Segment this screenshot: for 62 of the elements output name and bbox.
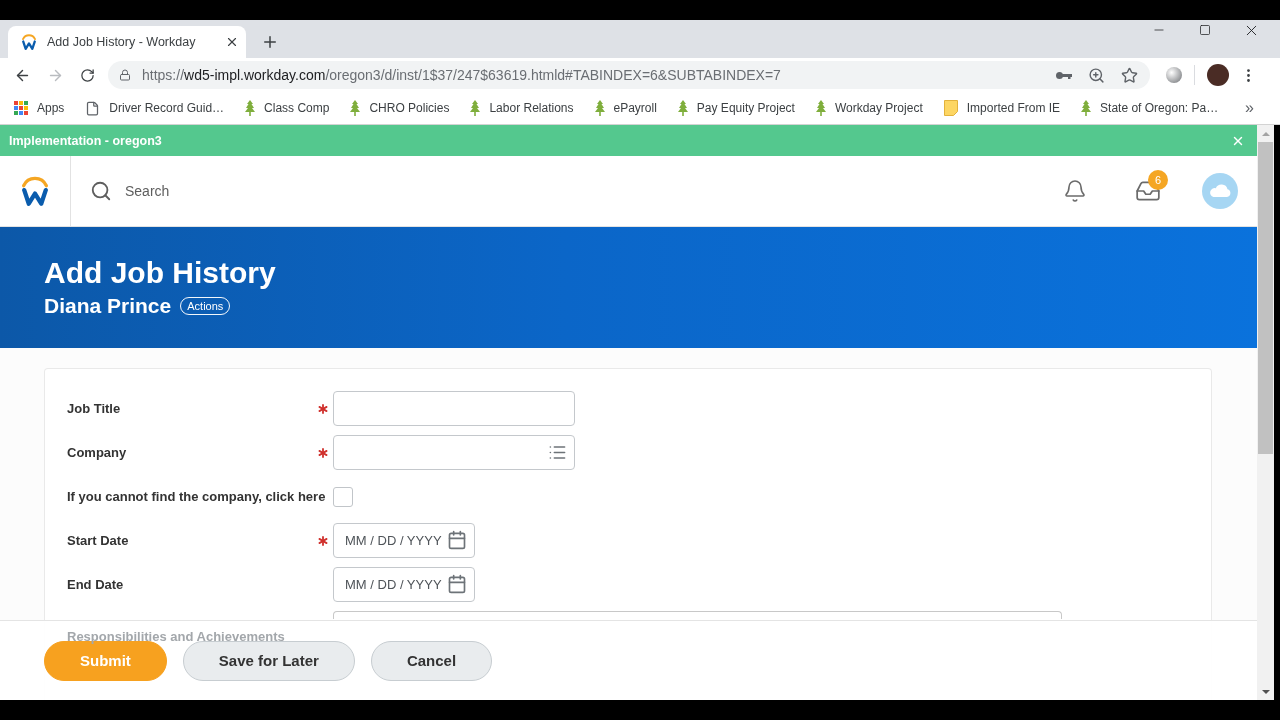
scrollbar-thumb[interactable]	[1258, 142, 1273, 454]
bookmark[interactable]: Apps	[8, 97, 71, 119]
address-bar[interactable]: https://wd5-impl.workday.com/oregon3/d/inst/1$37/247$63619.htmld#TABINDEX=6&SUBTABINDEX=7	[108, 61, 1150, 89]
bookmark[interactable]: Labor Relations	[464, 96, 580, 120]
bookmarks-overflow-button[interactable]: »	[1241, 97, 1258, 119]
bookmark[interactable]: ePayroll	[588, 96, 663, 120]
field-label: If you cannot find the company, click here	[67, 489, 326, 504]
profile-avatar[interactable]	[1207, 64, 1229, 86]
bell-icon[interactable]	[1063, 179, 1087, 203]
note-icon	[943, 100, 958, 116]
checkbox[interactable]	[333, 486, 353, 507]
tree-icon	[470, 100, 481, 116]
tree-icon	[594, 100, 605, 116]
document-icon	[85, 100, 101, 116]
bookmark[interactable]: Workday Project	[809, 96, 929, 120]
key-icon[interactable]	[1056, 71, 1072, 79]
search-icon[interactable]	[90, 180, 112, 202]
bookmark[interactable]: CHRO Policies	[344, 96, 456, 120]
browser-tab[interactable]: Add Job History - Workday	[8, 26, 246, 58]
bookmark[interactable]: State of Oregon: Pa…	[1075, 96, 1225, 120]
close-icon[interactable]	[225, 35, 239, 49]
environment-banner-text: Implementation - oregon3	[9, 133, 162, 148]
date-field[interactable]: MM / DD / YYYY	[333, 523, 475, 558]
list-icon[interactable]	[548, 443, 567, 462]
search-field[interactable]: Search	[125, 180, 305, 202]
inbox-icon[interactable]	[1135, 178, 1161, 204]
bookmark[interactable]: Driver Record Guid…	[79, 96, 231, 120]
notification-badge: 6	[1148, 170, 1168, 190]
logo-icon[interactable]	[20, 176, 50, 206]
url-text: https://wd5-impl.workday.com/oregon3/d/inst/1$37/247$63619.htmld#TABINDEX=6&SUBTABINDEX=7	[142, 67, 782, 83]
text-area-field[interactable]	[333, 611, 1062, 619]
maximize-icon[interactable]	[1199, 24, 1211, 36]
plus-icon[interactable]	[261, 33, 279, 51]
date-field[interactable]: MM / DD / YYYY	[333, 567, 475, 602]
extension-icon[interactable]	[1166, 67, 1182, 83]
field-label: Company	[67, 445, 127, 460]
apps-grid-icon	[14, 101, 28, 115]
text-field[interactable]	[333, 391, 575, 426]
bookmark[interactable]: Class Comp	[239, 96, 336, 120]
bookmark[interactable]: Pay Equity Project	[671, 96, 801, 120]
tree-icon	[245, 100, 256, 116]
calendar-icon[interactable]	[447, 574, 467, 594]
field-label: End Date	[67, 577, 124, 592]
logo-icon	[21, 34, 37, 50]
prompt-field[interactable]	[333, 435, 575, 470]
footer-button[interactable]: Save for Later	[182, 640, 355, 681]
star-icon[interactable]	[1121, 66, 1138, 84]
reload-icon[interactable]	[80, 67, 95, 83]
field-label: Start Date	[67, 533, 129, 548]
field-label: Job Title	[67, 401, 121, 416]
tree-icon	[1081, 100, 1092, 116]
tree-icon	[350, 100, 361, 116]
bookmark[interactable]: Imported From IE	[937, 96, 1067, 120]
lock-icon	[119, 69, 131, 81]
zoom-icon[interactable]	[1088, 66, 1105, 84]
tree-icon	[815, 100, 826, 116]
page-title: Add Job History	[44, 255, 276, 291]
footer-button[interactable]: Cancel	[370, 640, 493, 681]
worker-name: Diana Prince	[44, 293, 172, 319]
scroll-down-icon[interactable]	[1261, 689, 1270, 694]
calendar-icon[interactable]	[447, 530, 467, 550]
tree-icon	[677, 100, 688, 116]
